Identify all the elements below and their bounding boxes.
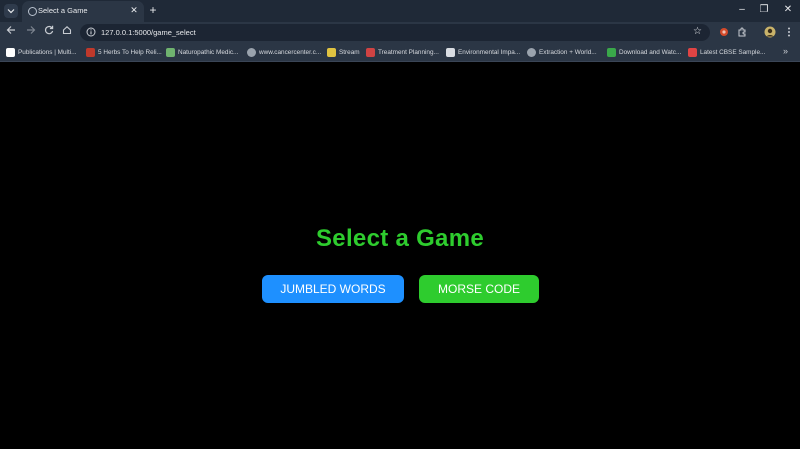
url-text[interactable]: 127.0.0.1:5000/game_select xyxy=(101,28,196,37)
extensions-button[interactable] xyxy=(735,25,749,39)
bookmark-label: Latest CBSE Sample... xyxy=(700,49,766,56)
bookmark-favicon-icon xyxy=(366,48,375,57)
reload-icon xyxy=(44,25,54,35)
bookmark-item[interactable]: Download and Watc... xyxy=(607,47,681,58)
tab-close-icon[interactable]: ✕ xyxy=(129,5,139,15)
reload-button[interactable] xyxy=(42,25,56,39)
address-bar[interactable]: 127.0.0.1:5000/game_select ☆ xyxy=(80,24,710,41)
bookmark-label: www.cancercenter.c... xyxy=(259,49,322,56)
bookmark-label: Naturopathic Medic... xyxy=(178,49,239,56)
bookmark-item[interactable]: Environmental Impa... xyxy=(446,47,520,58)
tab-title: Select a Game xyxy=(38,6,88,15)
bookmark-item[interactable]: Publications | Multi... xyxy=(6,47,77,58)
forward-button[interactable] xyxy=(24,25,38,39)
browser-tab-strip: Select a Game ✕ + – ❐ ✕ xyxy=(0,0,800,22)
bookmark-label: Stream xyxy=(339,49,360,56)
home-icon xyxy=(62,26,72,35)
close-window-button[interactable]: ✕ xyxy=(780,3,796,17)
avatar-icon xyxy=(764,26,776,38)
minimize-window-button[interactable]: – xyxy=(734,3,750,17)
browser-menu-button[interactable] xyxy=(782,25,796,39)
chevron-down-icon xyxy=(7,9,15,14)
bookmark-favicon-icon xyxy=(607,48,616,57)
bookmark-label: Treatment Planning... xyxy=(378,49,439,56)
bookmark-item[interactable]: Stream xyxy=(327,47,360,58)
bookmark-label: Publications | Multi... xyxy=(18,49,77,56)
bookmark-label: Download and Watc... xyxy=(619,49,682,56)
bookmark-favicon-icon xyxy=(86,48,95,57)
profile-avatar[interactable] xyxy=(763,25,777,39)
bookmark-label: Environmental Impa... xyxy=(458,49,521,56)
back-arrow-icon xyxy=(6,26,15,34)
jumbled-words-button[interactable]: JUMBLED WORDS xyxy=(262,275,404,303)
puzzle-icon xyxy=(738,27,746,37)
restore-window-button[interactable]: ❐ xyxy=(756,3,772,17)
bookmark-item[interactable]: Extraction + World... xyxy=(527,47,597,58)
bookmark-favicon-icon xyxy=(688,48,697,57)
page-title: Select a Game xyxy=(316,225,484,252)
site-info-icon[interactable] xyxy=(86,27,96,37)
back-button[interactable] xyxy=(4,25,18,39)
bookmark-item[interactable]: Treatment Planning... xyxy=(366,47,439,58)
bookmarks-bar: Publications | Multi... 5 Herbs To Help … xyxy=(0,43,800,62)
bookmark-label: Extraction + World... xyxy=(539,49,597,56)
bookmark-star-icon[interactable]: ☆ xyxy=(693,26,702,38)
browser-tab-active[interactable]: Select a Game ✕ xyxy=(22,1,144,22)
tab-search-button[interactable] xyxy=(4,4,18,18)
kebab-menu-icon xyxy=(788,27,790,37)
extension-icon[interactable] xyxy=(717,25,731,39)
globe-icon xyxy=(527,48,536,57)
forward-arrow-icon xyxy=(27,26,36,34)
new-tab-button[interactable]: + xyxy=(147,3,159,17)
globe-icon xyxy=(28,7,37,16)
more-bookmarks-button[interactable]: » xyxy=(783,46,788,56)
bookmark-favicon-icon xyxy=(6,48,15,57)
page-content: Select a Game JUMBLED WORDS MORSE CODE xyxy=(0,63,800,449)
bookmark-item[interactable]: Latest CBSE Sample... xyxy=(688,47,765,58)
extension-badge-icon xyxy=(720,28,728,36)
globe-icon xyxy=(247,48,256,57)
bookmark-favicon-icon xyxy=(446,48,455,57)
bookmark-favicon-icon xyxy=(166,48,175,57)
home-button[interactable] xyxy=(60,25,74,39)
bookmark-favicon-icon xyxy=(327,48,336,57)
morse-code-button[interactable]: MORSE CODE xyxy=(419,275,539,303)
bookmark-item[interactable]: Naturopathic Medic... xyxy=(166,47,238,58)
browser-toolbar: 127.0.0.1:5000/game_select ☆ xyxy=(0,22,800,43)
bookmark-item[interactable]: www.cancercenter.c... xyxy=(247,47,321,58)
bookmark-item[interactable]: 5 Herbs To Help Reli... xyxy=(86,47,162,58)
bookmark-label: 5 Herbs To Help Reli... xyxy=(98,49,162,56)
